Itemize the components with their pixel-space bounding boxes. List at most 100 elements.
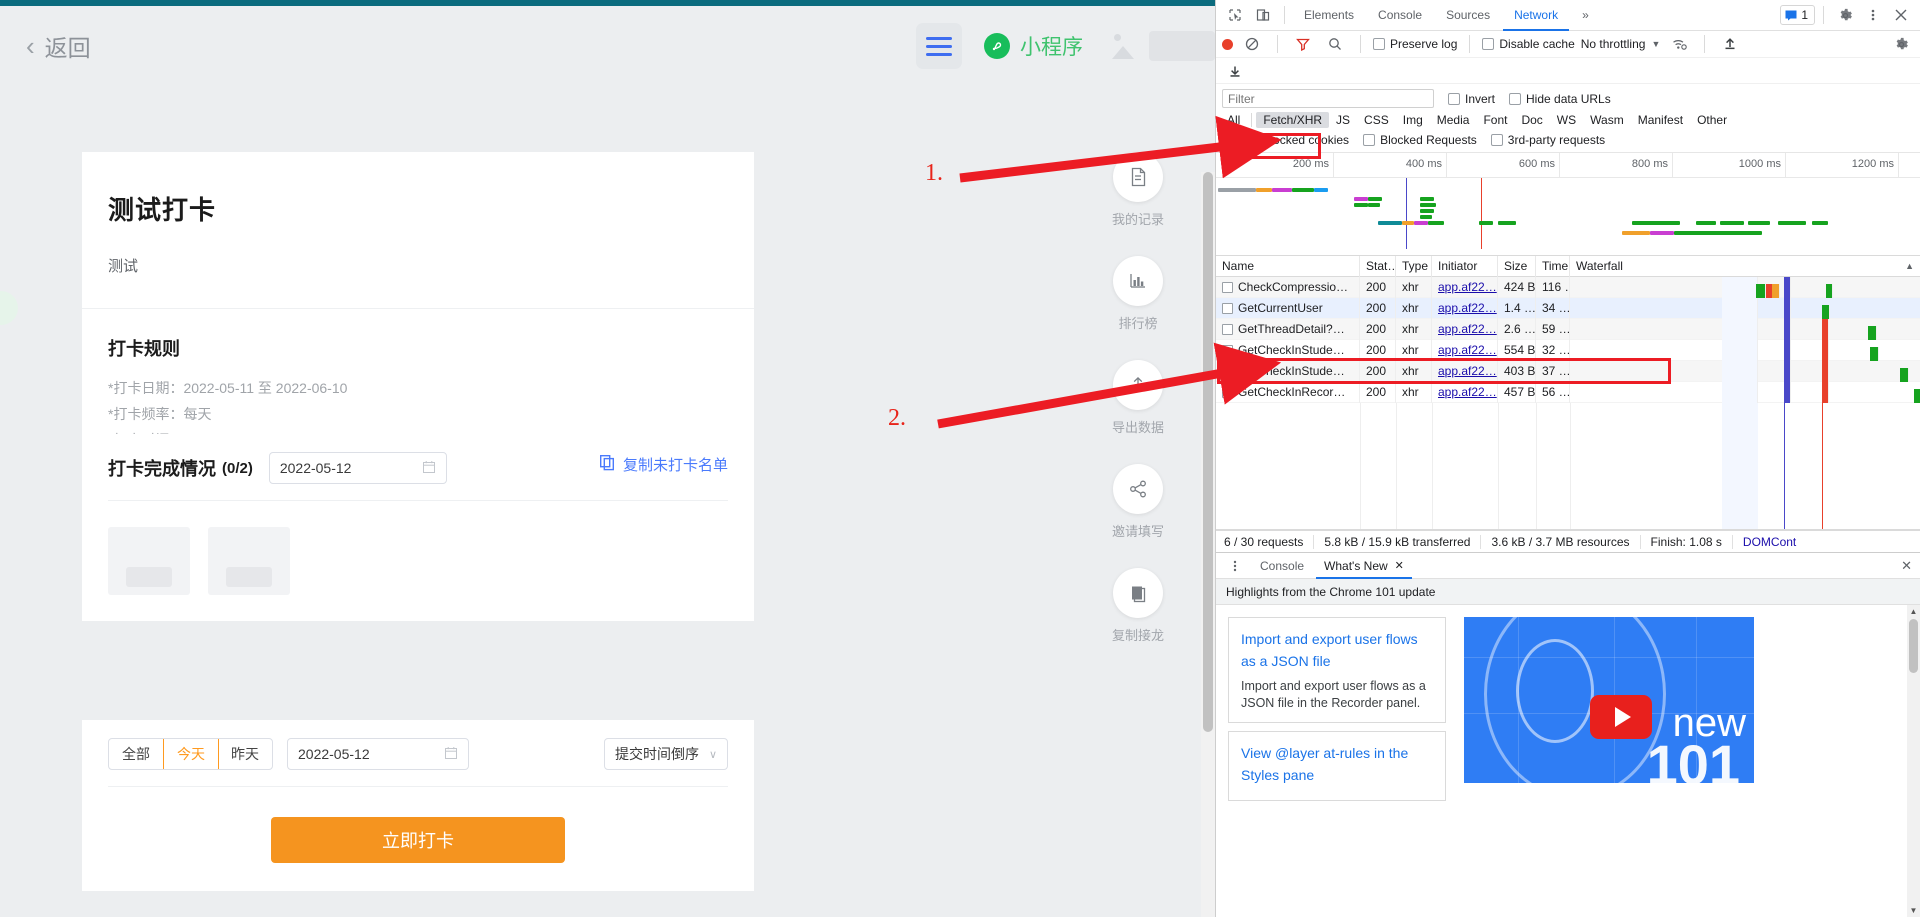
type-filter-manifest[interactable]: Manifest	[1631, 112, 1690, 128]
page-scrollbar-thumb[interactable]	[1203, 172, 1213, 732]
import-har-icon[interactable]	[1717, 31, 1743, 57]
tab-console[interactable]: Console	[1367, 0, 1433, 31]
more-options-icon[interactable]	[1860, 2, 1886, 28]
drawer-tab-console[interactable]: Console	[1252, 553, 1312, 579]
whats-new-scrollbar[interactable]: ▲ ▼	[1907, 605, 1920, 917]
preserve-log-checkbox[interactable]: Preserve log	[1373, 37, 1457, 51]
whats-new-card[interactable]: Import and export user flows as a JSON f…	[1228, 617, 1446, 723]
whats-new-video-thumbnail[interactable]: new 101	[1464, 617, 1754, 783]
table-row[interactable]: GetCheckInStude… 200 xhr app.af22… 403 B…	[1216, 361, 1920, 382]
row-checkbox[interactable]	[1222, 324, 1233, 335]
request-initiator[interactable]: app.af22…	[1432, 298, 1498, 319]
row-checkbox[interactable]	[1222, 345, 1233, 356]
whats-new-card-title[interactable]: Import and export user flows as a JSON f…	[1241, 628, 1433, 672]
rail-item-leaderboard[interactable]: 排行榜	[1113, 256, 1163, 332]
column-type[interactable]: Type	[1396, 256, 1432, 277]
request-initiator[interactable]: app.af22…	[1432, 277, 1498, 298]
row-checkbox[interactable]	[1222, 366, 1233, 377]
scroll-down-arrow-icon[interactable]: ▼	[1907, 904, 1920, 917]
request-name-cell[interactable]: GetCheckInRecor…	[1216, 382, 1360, 403]
close-devtools-icon[interactable]	[1888, 2, 1914, 28]
export-har-icon[interactable]	[1222, 58, 1248, 84]
request-name-cell[interactable]: GetCheckInStude…	[1216, 340, 1360, 361]
segment-yesterday[interactable]: 昨天	[218, 739, 272, 769]
table-row[interactable]: GetCheckInStude… 200 xhr app.af22… 554 B…	[1216, 340, 1920, 361]
rail-item-copy-thread[interactable]: 复制接龙	[1112, 568, 1164, 644]
type-filter-img[interactable]: Img	[1396, 112, 1430, 128]
type-filter-ws[interactable]: WS	[1550, 112, 1583, 128]
check-in-button[interactable]: 立即打卡	[271, 817, 565, 863]
type-filter-all[interactable]: All	[1220, 112, 1247, 128]
tab-elements[interactable]: Elements	[1293, 0, 1365, 31]
throttling-select[interactable]: No throttling	[1581, 37, 1646, 51]
row-checkbox[interactable]	[1222, 282, 1233, 293]
inspect-element-icon[interactable]	[1222, 2, 1248, 28]
device-toolbar-icon[interactable]	[1250, 2, 1276, 28]
more-tabs-button[interactable]: »	[1571, 0, 1600, 31]
request-name-cell[interactable]: GetCheckInStude…	[1216, 361, 1360, 382]
has-blocked-cookies-checkbox[interactable]: Has blocked cookies	[1222, 133, 1349, 147]
network-conditions-icon[interactable]	[1666, 31, 1692, 57]
segment-all[interactable]: 全部	[109, 739, 164, 769]
records-date-picker[interactable]: 2022-05-12	[287, 738, 469, 770]
close-tab-icon[interactable]: ✕	[1395, 559, 1404, 572]
tab-network[interactable]: Network	[1503, 0, 1569, 31]
row-checkbox[interactable]	[1222, 387, 1233, 398]
search-icon[interactable]	[1322, 31, 1348, 57]
type-filter-css[interactable]: CSS	[1357, 112, 1396, 128]
menu-button[interactable]	[916, 23, 962, 69]
completion-date-picker[interactable]: 2022-05-12	[269, 452, 447, 484]
type-filter-media[interactable]: Media	[1430, 112, 1477, 128]
invert-checkbox[interactable]: Invert	[1448, 92, 1495, 106]
segment-today[interactable]: 今天	[163, 738, 219, 770]
clear-icon[interactable]	[1239, 31, 1265, 57]
request-initiator[interactable]: app.af22…	[1432, 361, 1498, 382]
tab-sources[interactable]: Sources	[1435, 0, 1501, 31]
column-name[interactable]: Name	[1216, 256, 1360, 277]
scroll-up-arrow-icon[interactable]: ▲	[1907, 605, 1920, 618]
participant-avatar[interactable]	[208, 527, 290, 595]
participant-avatar[interactable]	[108, 527, 190, 595]
table-row[interactable]: GetCurrentUser 200 xhr app.af22… 1.4 … 3…	[1216, 298, 1920, 319]
column-waterfall[interactable]: Waterfall ▲	[1570, 256, 1920, 277]
messages-badge[interactable]: 1	[1780, 5, 1815, 25]
request-name-cell[interactable]: CheckCompressio…	[1216, 277, 1360, 298]
request-initiator[interactable]: app.af22…	[1432, 382, 1498, 403]
sort-select[interactable]: 提交时间倒序 ∨	[604, 738, 728, 770]
hide-data-urls-checkbox[interactable]: Hide data URLs	[1509, 92, 1611, 106]
page-scrollbar[interactable]: ▼	[1201, 172, 1215, 917]
disable-cache-checkbox[interactable]: Disable cache	[1482, 37, 1574, 51]
row-checkbox[interactable]	[1222, 303, 1233, 314]
record-button[interactable]	[1222, 39, 1233, 50]
request-initiator[interactable]: app.af22…	[1432, 319, 1498, 340]
user-account[interactable]	[1105, 25, 1215, 67]
type-filter-other[interactable]: Other	[1690, 112, 1734, 128]
whats-new-card[interactable]: View @layer at-rules in the Styles pane	[1228, 731, 1446, 801]
request-name-cell[interactable]: GetCurrentUser	[1216, 298, 1360, 319]
column-status[interactable]: Stat…	[1360, 256, 1396, 277]
table-row[interactable]: GetThreadDetail?… 200 xhr app.af22… 2.6 …	[1216, 319, 1920, 340]
rail-item-export[interactable]: 导出数据	[1112, 360, 1164, 436]
column-time[interactable]: Time	[1536, 256, 1570, 277]
type-filter-js[interactable]: JS	[1329, 112, 1357, 128]
network-overview-timeline[interactable]: 200 ms 400 ms 600 ms 800 ms 1000 ms 1200…	[1216, 153, 1920, 256]
whats-new-card-title[interactable]: View @layer at-rules in the Styles pane	[1241, 742, 1433, 786]
request-initiator[interactable]: app.af22…	[1432, 340, 1498, 361]
play-button-icon[interactable]	[1590, 695, 1652, 739]
chevron-down-icon[interactable]: ▼	[1651, 39, 1660, 49]
type-filter-wasm[interactable]: Wasm	[1583, 112, 1631, 128]
request-name-cell[interactable]: GetThreadDetail?…	[1216, 319, 1360, 340]
mini-program-badge[interactable]: 小程序	[984, 31, 1083, 61]
table-row[interactable]: GetCheckInRecor… 200 xhr app.af22… 457 B…	[1216, 382, 1920, 403]
drawer-tab-whats-new[interactable]: What's New ✕	[1316, 553, 1412, 579]
filter-input[interactable]	[1222, 89, 1434, 108]
table-row[interactable]: CheckCompressio… 200 xhr app.af22… 424 B…	[1216, 277, 1920, 298]
blocked-requests-checkbox[interactable]: Blocked Requests	[1363, 133, 1477, 147]
drawer-more-options-icon[interactable]	[1222, 553, 1248, 579]
rail-item-my-records[interactable]: 我的记录	[1112, 152, 1164, 228]
network-settings-gear-icon[interactable]	[1888, 31, 1914, 57]
type-filter-fetch-xhr[interactable]: Fetch/XHR	[1256, 112, 1329, 128]
whats-new-scrollbar-thumb[interactable]	[1909, 619, 1918, 673]
type-filter-font[interactable]: Font	[1476, 112, 1514, 128]
type-filter-doc[interactable]: Doc	[1514, 112, 1549, 128]
